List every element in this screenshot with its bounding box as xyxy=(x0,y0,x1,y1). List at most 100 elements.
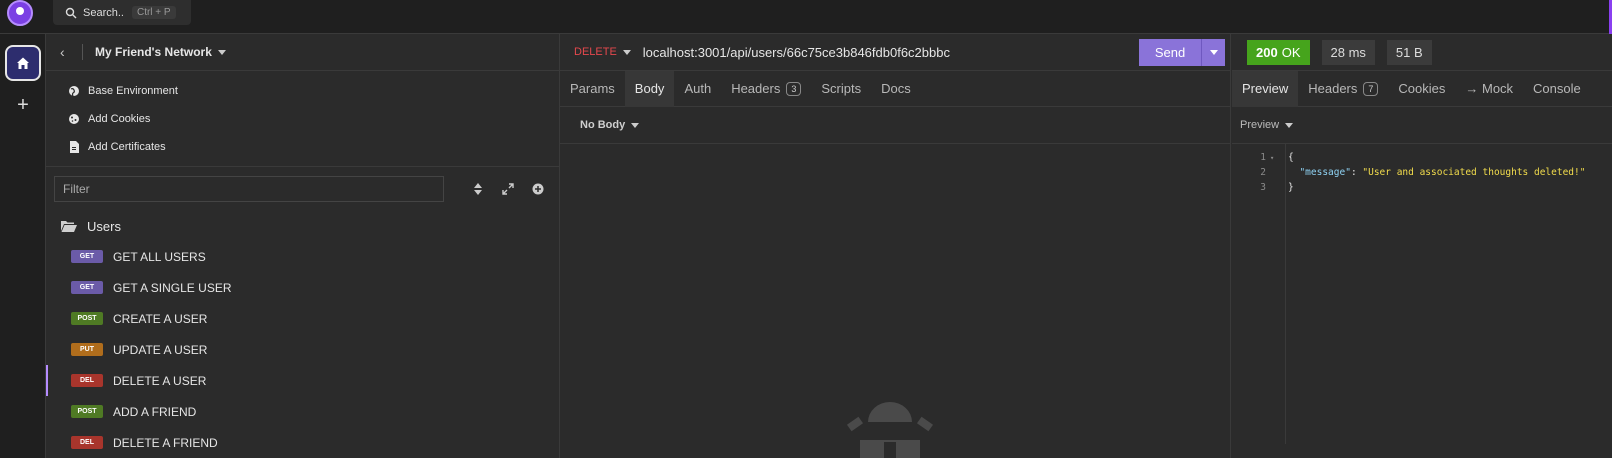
search-label: Search.. xyxy=(83,6,124,19)
response-panel: 200 OK 28 ms 51 B Preview Headers 7 Cooki… xyxy=(1232,34,1612,458)
method-badge: PUT xyxy=(71,343,103,356)
method-selector[interactable]: DELETE xyxy=(574,46,617,58)
base-environment-link[interactable]: Base Environment xyxy=(46,77,559,105)
tab-label: Preview xyxy=(1242,81,1289,96)
top-bar: Search.. Ctrl + P xyxy=(0,0,1612,34)
status-text: OK xyxy=(1281,44,1301,60)
tab-headers[interactable]: Headers 3 xyxy=(721,71,811,107)
search-button[interactable]: Search.. Ctrl + P xyxy=(53,0,191,25)
request-item[interactable]: POST ADD A FRIEND xyxy=(46,396,559,427)
empty-body-illustration-icon xyxy=(846,402,934,458)
request-list: GET GET ALL USERS GET GET A SINGLE USER POST… xyxy=(46,241,559,458)
response-size: 51 B xyxy=(1386,39,1432,65)
request-label: UPDATE A USER xyxy=(113,342,208,357)
tab-docs[interactable]: Docs xyxy=(871,71,921,107)
preview-mode-selector[interactable]: Preview xyxy=(1232,107,1612,144)
tab-preview[interactable]: Preview xyxy=(1232,70,1299,107)
response-headers-count-badge: 7 xyxy=(1363,81,1379,96)
sidebar: ‹ My Friend's Network Base Environment A… xyxy=(46,34,560,458)
left-rail: + xyxy=(0,34,46,458)
chevron-down-icon[interactable] xyxy=(622,49,631,55)
response-status-bar: 200 OK 28 ms 51 B xyxy=(1232,34,1612,71)
json-value: "User and associated thoughts deleted!" xyxy=(1362,167,1586,178)
code-line: 2 "message": "User and associated though… xyxy=(1232,165,1612,180)
tab-console[interactable]: Console xyxy=(1523,71,1591,107)
send-button[interactable]: Send xyxy=(1139,39,1225,66)
divider xyxy=(82,44,83,60)
workspace-title[interactable]: My Friend's Network xyxy=(95,45,212,59)
tab-scripts[interactable]: Scripts xyxy=(811,71,871,107)
code-line: 1 ▾ { xyxy=(1232,150,1612,165)
home-button[interactable] xyxy=(5,45,41,81)
request-item[interactable]: PUT UPDATE A USER xyxy=(46,334,559,365)
chevron-down-icon xyxy=(631,122,640,128)
tab-label: → Mock xyxy=(1465,81,1514,96)
tab-response-headers[interactable]: Headers 7 xyxy=(1298,71,1388,107)
request-item[interactable]: GET GET ALL USERS xyxy=(46,241,559,272)
send-label: Send xyxy=(1154,45,1186,60)
tab-cookies[interactable]: Cookies xyxy=(1388,71,1455,107)
back-icon[interactable]: ‹ xyxy=(60,44,76,60)
method-badge: DEL xyxy=(71,374,103,387)
expand-icon[interactable] xyxy=(501,182,515,196)
search-shortcut: Ctrl + P xyxy=(131,6,176,19)
workspace-header: ‹ My Friend's Network xyxy=(46,34,559,71)
response-tabs: Preview Headers 7 Cookies → Mock Console xyxy=(1232,70,1612,107)
app-logo-icon[interactable] xyxy=(7,0,33,26)
response-time: 28 ms xyxy=(1321,39,1375,65)
request-tabs: Params Body Auth Headers 3 Scripts Docs xyxy=(560,70,1230,107)
request-label: GET A SINGLE USER xyxy=(113,280,232,295)
status-badge: 200 OK xyxy=(1247,39,1310,65)
request-label: GET ALL USERS xyxy=(113,249,206,264)
body-mode-label: No Body xyxy=(580,119,626,131)
add-cookies-link[interactable]: Add Cookies xyxy=(46,105,559,133)
add-cookies-label: Add Cookies xyxy=(88,113,151,125)
cookie-icon xyxy=(68,113,80,125)
request-item[interactable]: GET GET A SINGLE USER xyxy=(46,272,559,303)
request-label: ADD A FRIEND xyxy=(113,404,197,419)
tab-label: Headers xyxy=(731,81,781,96)
chevron-down-icon xyxy=(1209,50,1218,55)
line-number-gutter xyxy=(1232,144,1286,444)
tab-params[interactable]: Params xyxy=(560,71,625,107)
filter-input[interactable] xyxy=(54,176,444,202)
chevron-down-icon xyxy=(1285,122,1294,128)
json-separator: : xyxy=(1350,167,1363,178)
url-bar: DELETE localhost:3001/api/users/66c75ce3… xyxy=(560,34,1230,71)
headers-count-badge: 3 xyxy=(786,81,802,96)
filter-row xyxy=(46,167,559,211)
filter-actions xyxy=(471,182,545,196)
tab-label: Console xyxy=(1533,81,1581,96)
code-line: 3 } xyxy=(1232,180,1612,195)
tab-label: Headers xyxy=(1308,81,1358,96)
request-item[interactable]: DEL DELETE A USER xyxy=(46,365,559,396)
tab-label: Docs xyxy=(881,81,911,96)
add-project-button[interactable]: + xyxy=(12,94,34,116)
send-dropdown[interactable] xyxy=(1201,39,1225,66)
add-certificates-label: Add Certificates xyxy=(88,141,166,153)
search-icon xyxy=(65,7,77,18)
chevron-down-icon[interactable] xyxy=(217,49,226,55)
response-body-viewer[interactable]: 1 ▾ { 2 "message": "User and associated … xyxy=(1232,144,1612,444)
home-icon xyxy=(17,57,29,69)
tab-body[interactable]: Body xyxy=(624,70,675,107)
method-badge: POST xyxy=(71,405,103,418)
request-label: DELETE A FRIEND xyxy=(113,435,218,450)
method-badge: DEL xyxy=(71,436,103,449)
body-mode-selector[interactable]: No Body xyxy=(560,107,1230,144)
tab-label: Params xyxy=(570,81,615,96)
tab-auth[interactable]: Auth xyxy=(674,71,721,107)
folder-users[interactable]: Users xyxy=(46,211,559,241)
status-code: 200 xyxy=(1256,44,1278,60)
certificate-icon xyxy=(68,141,80,153)
request-item[interactable]: DEL DELETE A FRIEND xyxy=(46,427,559,458)
add-certificates-link[interactable]: Add Certificates xyxy=(46,133,559,161)
add-circle-icon[interactable] xyxy=(531,182,545,196)
sort-icon[interactable] xyxy=(471,182,485,196)
base-environment-label: Base Environment xyxy=(88,85,178,97)
tab-label: Body xyxy=(634,81,665,96)
request-label: CREATE A USER xyxy=(113,311,208,326)
request-item[interactable]: POST CREATE A USER xyxy=(46,303,559,334)
tab-mock[interactable]: → Mock xyxy=(1455,71,1523,107)
url-input[interactable]: localhost:3001/api/users/66c75ce3b846fdb… xyxy=(643,45,950,60)
